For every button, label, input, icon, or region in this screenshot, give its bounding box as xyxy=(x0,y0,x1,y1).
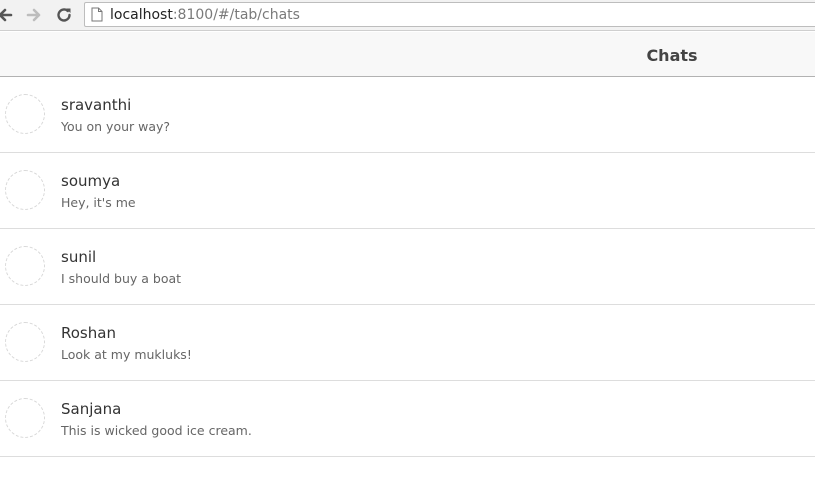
chat-name: sravanthi xyxy=(61,96,132,114)
address-bar[interactable]: localhost:8100/#/tab/chats xyxy=(84,2,815,27)
avatar xyxy=(5,322,45,362)
back-arrow-icon[interactable] xyxy=(0,4,16,26)
avatar xyxy=(5,170,45,210)
reload-icon[interactable] xyxy=(53,4,75,26)
url-path: :8100/#/tab/chats xyxy=(172,7,300,23)
chat-message: This is wicked good ice cream. xyxy=(61,423,252,438)
url-host: localhost xyxy=(110,7,173,23)
page-title: Chats xyxy=(646,46,698,65)
url-text: localhost:8100/#/tab/chats xyxy=(110,7,300,23)
page-icon xyxy=(91,7,103,22)
avatar xyxy=(5,94,45,134)
chat-list-item[interactable]: Sanjana This is wicked good ice cream. xyxy=(0,381,815,457)
chat-message: You on your way? xyxy=(61,119,171,134)
chat-name: Sanjana xyxy=(61,400,122,418)
app-header: Chats xyxy=(0,32,815,77)
chat-list-item[interactable]: sunil I should buy a boat xyxy=(0,229,815,305)
chat-message: I should buy a boat xyxy=(61,271,182,286)
browser-toolbar: localhost:8100/#/tab/chats xyxy=(0,0,815,31)
forward-arrow-icon[interactable] xyxy=(23,4,45,26)
avatar xyxy=(5,398,45,438)
chat-message: Look at my mukluks! xyxy=(61,347,192,362)
chat-name: sunil xyxy=(61,248,97,266)
chat-list-item[interactable]: sravanthi You on your way? xyxy=(0,77,815,153)
chat-list-item[interactable]: Roshan Look at my mukluks! xyxy=(0,305,815,381)
avatar xyxy=(5,246,45,286)
chat-name: Roshan xyxy=(61,324,116,342)
chat-message: Hey, it's me xyxy=(61,195,136,210)
chat-list: sravanthi You on your way? soumya Hey, i… xyxy=(0,77,815,457)
chat-list-item[interactable]: soumya Hey, it's me xyxy=(0,153,815,229)
chat-name: soumya xyxy=(61,172,121,190)
